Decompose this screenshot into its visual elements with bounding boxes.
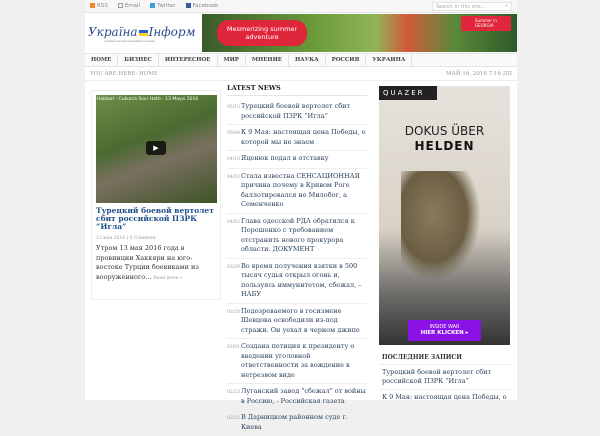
latest-news: LATEST NEWS 05/15 Турецкий боевой вертоле… bbox=[227, 84, 367, 436]
ad-headline-2: HELDEN bbox=[414, 139, 475, 153]
email-link[interactable]: Email bbox=[117, 3, 141, 9]
news-date: 04/10 bbox=[227, 157, 240, 162]
twitter-label: Twitter bbox=[157, 3, 176, 9]
logo-tagline: українські інформаційні новини bbox=[104, 39, 155, 43]
news-link[interactable]: Глава одесской РДА обратился к Порошенко… bbox=[241, 217, 367, 255]
news-item[interactable]: 02/23 Луганский завод "сбежал" от войны в… bbox=[227, 384, 367, 410]
current-date: МАЙ 16, 2016 7:16 ДП bbox=[446, 70, 512, 77]
ad-image bbox=[401, 171, 481, 281]
site-logo[interactable]: Україна Інформ українські інформаційні нов… bbox=[88, 25, 195, 43]
featured-title[interactable]: Турецкий боевой вертолет сбит российской… bbox=[96, 207, 216, 231]
nav-science[interactable]: НАУКА bbox=[289, 54, 326, 66]
news-date: 03/29 bbox=[227, 264, 240, 270]
search-placeholder: Search in this site... bbox=[436, 3, 486, 10]
news-item[interactable]: 03/20 Подозреваемого в госизмене Шевцова … bbox=[227, 304, 367, 339]
ad-headline-1: DOKUS ÜBER bbox=[404, 124, 485, 138]
news-item[interactable]: 03/01 Создана петиция к президенту о введ… bbox=[227, 339, 367, 384]
header: Україна Інформ українські інформаційні нов… bbox=[85, 13, 517, 53]
news-link[interactable]: Во время получения взятки в 500 тысяч су… bbox=[241, 262, 367, 300]
logo-text-right: Інформ bbox=[148, 25, 196, 39]
news-link[interactable]: Стала известна СЕНСАЦИОННАЯ причина поче… bbox=[241, 172, 367, 210]
recent-post-link[interactable]: К 9 Мая: настоящая цена Победы, о bbox=[379, 390, 511, 406]
news-link[interactable]: Подозреваемого в госизмене Шевцова освоб… bbox=[241, 307, 367, 336]
news-date: 05/15 bbox=[227, 105, 240, 110]
play-icon[interactable]: ▶ bbox=[146, 141, 166, 155]
search-icon[interactable]: ⌕ bbox=[505, 3, 508, 9]
ad-cta-line2: HIER KLICKEN ▸ bbox=[420, 330, 469, 336]
nav-business[interactable]: БИЗНЕС bbox=[118, 54, 159, 66]
news-item[interactable]: 03/29 Во время получения взятки в 500 тыс… bbox=[227, 259, 367, 304]
breadcrumb: YOU ARE HERE: HOME МАЙ 16, 2016 7:16 ДП bbox=[85, 67, 517, 81]
news-link[interactable]: Создана петиция к президенту о введении … bbox=[241, 342, 367, 380]
email-label: Email bbox=[124, 3, 141, 9]
nav-russia[interactable]: РОССИЯ bbox=[326, 54, 367, 66]
news-link[interactable]: Турецкий боевой вертолет сбит российской… bbox=[241, 102, 367, 121]
twitter-link[interactable]: Twitter bbox=[150, 3, 176, 9]
news-date: 05/04 bbox=[227, 131, 240, 136]
rss-label: RSS bbox=[97, 3, 108, 9]
news-link[interactable]: К 9 Мая: настоящая цена Победы, о которо… bbox=[241, 128, 367, 147]
recent-posts-title: ПОСЛЕДНИЕ ЗАПИСИ bbox=[379, 348, 511, 365]
logo-text-left: Україна bbox=[88, 25, 138, 39]
nav-interesting[interactable]: ИНТЕРЕСНОЕ bbox=[159, 54, 218, 66]
featured-post: Hakkari - Cukurca Sınır Hattı - 13 Mayıs… bbox=[91, 90, 221, 300]
breadcrumb-home[interactable]: HOME bbox=[139, 71, 158, 77]
featured-excerpt: Утром 13 мая 2016 года в провинции Хаккя… bbox=[96, 244, 216, 283]
rss-icon bbox=[90, 3, 95, 8]
banner-badge: Summer in GEORGIA bbox=[461, 16, 511, 31]
news-date: 04/03 bbox=[227, 174, 240, 180]
news-item[interactable]: 05/15 Турецкий боевой вертолет сбит росси… bbox=[227, 99, 367, 125]
news-date: 03/01 bbox=[227, 345, 240, 350]
news-date: 03/20 bbox=[227, 309, 240, 315]
news-link[interactable]: В Дарницком районном суде г. Киева bbox=[241, 413, 367, 432]
facebook-label: Facebook bbox=[192, 3, 219, 9]
news-list: 05/15 Турецкий боевой вертолет сбит росси… bbox=[227, 99, 367, 436]
sidebar: QUAZER DOKUS ÜBER HELDEN INSIDE WAR HIER … bbox=[379, 86, 511, 406]
banner-text: Mesmerizing summer adventure bbox=[217, 20, 307, 46]
news-item[interactable]: 04/10 Яценюк подал в отставку bbox=[227, 151, 367, 169]
news-link[interactable]: Луганский завод "сбежал" от войны в Росс… bbox=[241, 387, 367, 406]
featured-comments[interactable]: 0 Comment bbox=[129, 236, 155, 241]
banner-ad[interactable]: Mesmerizing summer adventure Summer in G… bbox=[202, 14, 517, 52]
recent-posts: ПОСЛЕДНИЕ ЗАПИСИ Турецкий боевой вертоле… bbox=[379, 348, 511, 406]
news-date: 04/02 bbox=[227, 219, 240, 225]
page: RSS Email Twitter Facebook Search in thi… bbox=[85, 0, 517, 436]
read-more-link[interactable]: Read more » bbox=[153, 276, 182, 281]
top-bar: RSS Email Twitter Facebook Search in thi… bbox=[85, 0, 517, 13]
video-title: Hakkari - Cukurca Sınır Hattı - 13 Mayıs… bbox=[97, 97, 199, 102]
nav-opinion[interactable]: МНЕНИЕ bbox=[246, 54, 289, 66]
facebook-icon bbox=[185, 3, 191, 8]
featured-date: 13 мая 2016 bbox=[96, 236, 126, 241]
news-item[interactable]: 02/23 В Дарницком районном суде г. Киева bbox=[227, 410, 367, 436]
video-player[interactable]: Hakkari - Cukurca Sınır Hattı - 13 Mayıs… bbox=[96, 95, 217, 203]
news-item[interactable]: 04/02 Глава одесской РДА обратился к Поро… bbox=[227, 214, 367, 259]
sidebar-ad[interactable]: QUAZER DOKUS ÜBER HELDEN INSIDE WAR HIER … bbox=[379, 86, 510, 345]
email-icon bbox=[117, 3, 123, 8]
news-link[interactable]: Яценюк подал в отставку bbox=[241, 154, 329, 165]
main-nav: HOME БИЗНЕС ИНТЕРЕСНОЕ МИР МНЕНИЕ НАУКА … bbox=[85, 53, 517, 67]
latest-news-title: LATEST NEWS bbox=[227, 84, 367, 96]
featured-meta: 13 мая 2016 | 0 Comment bbox=[96, 236, 156, 241]
news-date: 02/23 bbox=[227, 390, 240, 395]
breadcrumb-label: YOU ARE HERE: bbox=[90, 70, 138, 77]
flag-icon bbox=[138, 29, 148, 36]
excerpt-text: Утром 13 мая 2016 года в провинции Хаккя… bbox=[96, 244, 199, 281]
twitter-icon bbox=[150, 3, 156, 8]
recent-post-link[interactable]: Турецкий боевой вертолет сбит российской… bbox=[379, 365, 511, 390]
rss-link[interactable]: RSS bbox=[90, 3, 108, 9]
facebook-link[interactable]: Facebook bbox=[185, 3, 219, 9]
news-date: 02/23 bbox=[227, 416, 240, 421]
ad-cta-button[interactable]: INSIDE WAR HIER KLICKEN ▸ bbox=[408, 320, 481, 341]
nav-world[interactable]: МИР bbox=[218, 54, 246, 66]
nav-ukraine[interactable]: УКРАИНА bbox=[366, 54, 413, 66]
news-item[interactable]: 04/03 Стала известна СЕНСАЦИОННАЯ причина… bbox=[227, 169, 367, 214]
nav-home[interactable]: HOME bbox=[85, 54, 119, 66]
search-input[interactable]: Search in this site... ⌕ bbox=[432, 1, 512, 11]
news-item[interactable]: 05/04 К 9 Мая: настоящая цена Победы, о к… bbox=[227, 125, 367, 151]
ad-brand: QUAZER bbox=[379, 86, 437, 100]
